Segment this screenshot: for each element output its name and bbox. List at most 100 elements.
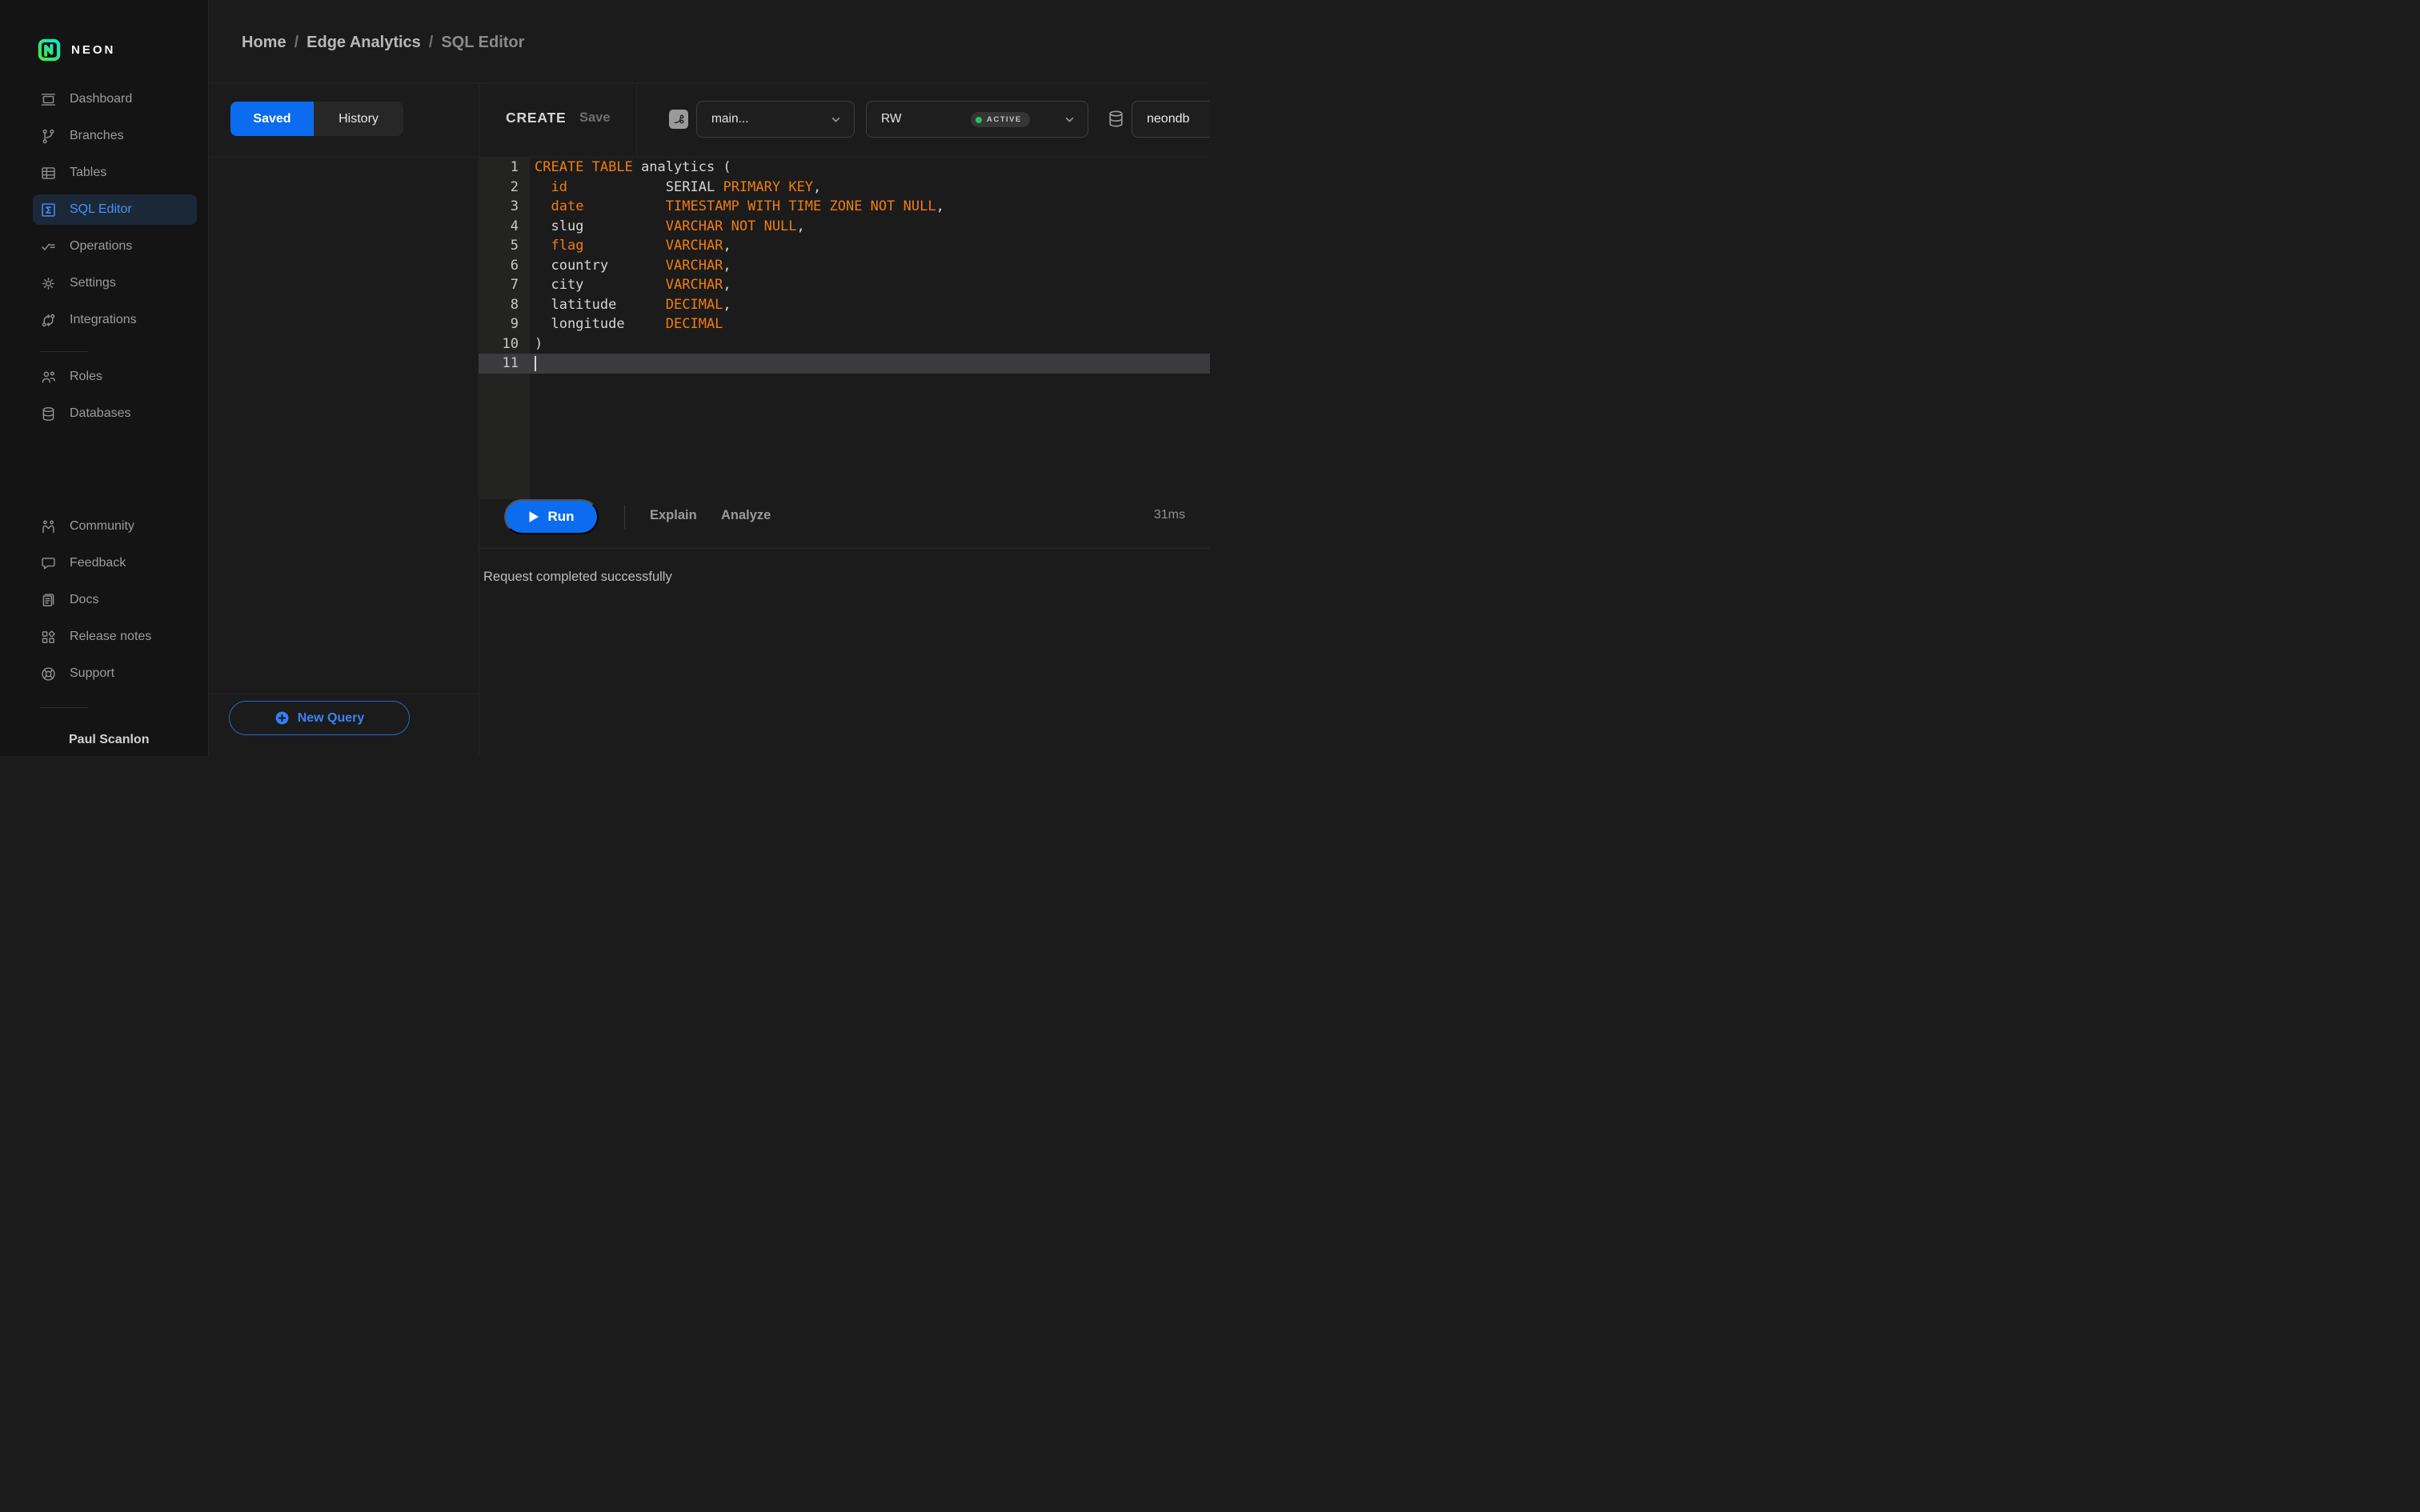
branch-icon-button[interactable] [669,110,688,129]
footer-vertical-divider [624,505,625,529]
line-number: 5 [510,238,519,254]
roles-icon [40,369,57,386]
code-text: date TIMESTAMP WITH TIME ZONE NOT NULL, [551,198,944,214]
line-number: 11 [502,355,519,371]
sidebar-item-label: Tables [70,166,107,179]
settings-icon [40,275,57,292]
line-number: 8 [510,296,519,313]
sidebar-divider [40,351,88,352]
text-cursor [535,356,536,371]
line-number: 7 [510,277,519,293]
sidebar-nav-primary: Dashboard Branches Tables SQL Editor Operati… [0,84,208,342]
code-line[interactable]: 1 CREATE TABLE analytics ( [479,158,1210,178]
code-line[interactable]: 10) [479,334,1210,354]
active-dot-icon [976,116,982,123]
code-text: slug VARCHAR NOT NULL, [535,218,805,234]
line-number: 1 [510,159,519,175]
breadcrumb: Home / Edge Analytics / SQL Editor [242,34,524,52]
tab-history[interactable]: History [314,102,403,136]
sidebar-item-roles[interactable]: Roles [33,362,197,392]
breadcrumb-item[interactable]: Edge Analytics [307,34,421,51]
avatar [35,728,59,752]
code-line[interactable]: 5 flag VARCHAR, [479,236,1210,256]
branches-icon [40,128,57,145]
code-line[interactable]: 11 [479,354,1210,374]
dashboard-icon [40,91,57,108]
status-message: Request completed successfully [483,570,672,584]
docs-icon [40,592,57,609]
sidebar-item-branches[interactable]: Branches [33,121,197,151]
saved-queries-panel: Saved History New Query [209,83,479,756]
line-number: 10 [502,335,519,352]
code-line[interactable]: 8 latitude DECIMAL, [479,295,1210,315]
sidebar-item-label: SQL Editor [70,202,132,216]
breadcrumb-separator: / [294,34,299,51]
breadcrumb-item[interactable]: Home [242,34,286,51]
compute-select-value: RW [881,112,902,126]
run-button[interactable]: Run [504,499,599,534]
sidebar-item-feedback[interactable]: Feedback [33,548,197,578]
brand-name: NEON [71,42,116,57]
database-icon [1106,109,1126,129]
sidebar-item-label: Operations [70,239,133,253]
status-badge: ACTIVE [971,112,1030,127]
code-line[interactable]: 6 country VARCHAR, [479,256,1210,276]
sidebar-item-dashboard[interactable]: Dashboard [33,84,197,114]
branch-select[interactable]: main... [696,101,855,138]
sidebar-item-support[interactable]: Support [33,658,197,689]
explain-button[interactable]: Explain [650,508,697,523]
sidebar-item-tables[interactable]: Tables [33,158,197,188]
sidebar-item-integrations[interactable]: Integrations [33,305,197,335]
chevron-down-icon [1063,113,1076,126]
brand[interactable]: NEON [37,35,208,64]
sidebar-item-operations[interactable]: Operations [33,231,197,262]
database-select[interactable]: neondb [1132,101,1210,138]
new-query-button[interactable]: New Query [229,701,410,735]
query-tabs: Saved History [230,102,403,136]
code-line[interactable]: 3 date TIMESTAMP WITH TIME ZONE NOT NULL… [479,197,1210,217]
integrations-icon [40,312,57,329]
breadcrumb-item[interactable]: SQL Editor [441,34,524,51]
sidebar-item-databases[interactable]: Databases [33,398,197,429]
line-number: 3 [510,198,519,214]
support-icon [40,666,57,682]
sidebar-item-settings[interactable]: Settings [33,268,197,298]
sidebar-item-community[interactable]: Community [33,511,197,542]
database-select-value: neondb [1147,112,1190,126]
compute-select[interactable]: RW ACTIVE [866,101,1088,138]
code-line[interactable]: 2 id SERIAL PRIMARY KEY, [479,178,1210,198]
code-text: country VARCHAR, [535,257,731,274]
tab-saved[interactable]: Saved [230,102,314,136]
editor-header: CREATE Save main... RW ACTIVE neondb [479,83,1210,158]
analyze-button[interactable]: Analyze [721,508,771,523]
operations-icon [40,238,57,255]
release-notes-icon [40,629,57,646]
sidebar-item-sql-editor[interactable]: SQL Editor [33,194,197,225]
code-line[interactable]: 9 longitude DECIMAL [479,314,1210,334]
databases-icon [40,406,57,422]
sidebar-item-release-notes[interactable]: Release notes [33,622,197,652]
git-branch-icon [673,114,683,123]
sidebar-item-label: Docs [70,593,99,606]
sidebar-item-label: Support [70,666,115,680]
plus-circle-icon [274,710,290,726]
code-editor[interactable]: 1 CREATE TABLE analytics (2 id SERIAL PRI… [479,158,1210,499]
sidebar-item-docs[interactable]: Docs [33,585,197,615]
user-menu[interactable]: Paul Scanlon [35,724,208,756]
header-vertical-divider [636,83,637,157]
line-number: 6 [510,257,519,274]
play-icon [528,510,539,523]
branch-select-value: main... [711,112,749,126]
line-number: 9 [510,316,519,332]
breadcrumb-separator: / [428,34,434,51]
editor-footer: Run Explain Analyze 31ms Request complet… [479,499,1210,756]
query-duration: 31ms [1153,508,1185,522]
code-line[interactable]: 4 slug VARCHAR NOT NULL, [479,217,1210,237]
code-line[interactable]: 7 city VARCHAR, [479,275,1210,295]
code-text: latitude DECIMAL, [535,296,731,313]
sidebar-item-label: Release notes [70,630,152,643]
code-text: longitude DECIMAL [535,316,723,332]
save-button[interactable]: Save [579,110,611,126]
new-query-label: New Query [297,710,365,725]
